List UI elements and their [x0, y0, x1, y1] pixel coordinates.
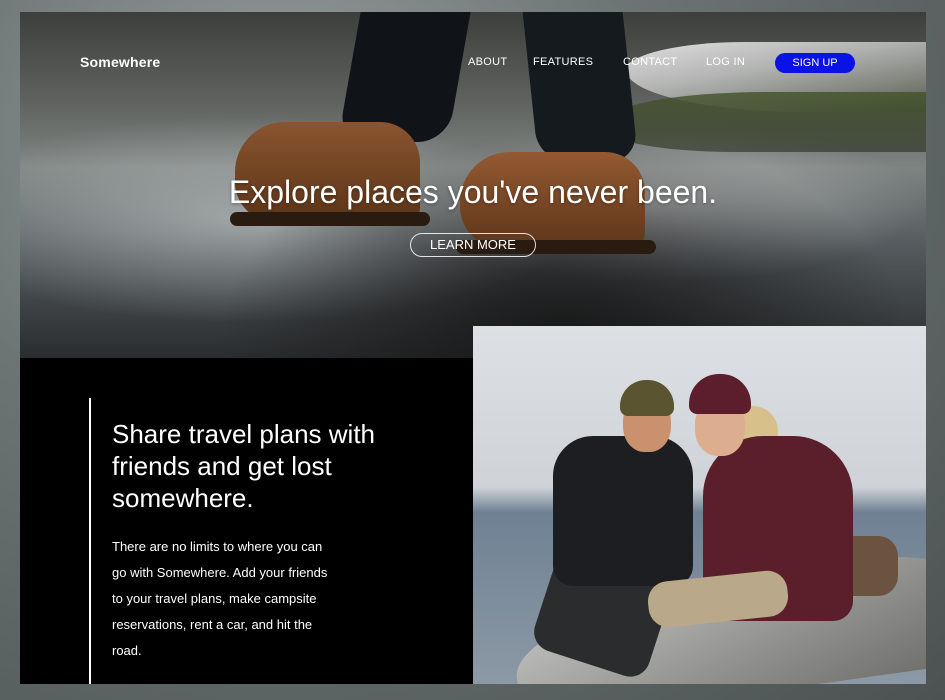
learn-more-button[interactable]: LEARN MORE [410, 233, 536, 257]
nav-link-about[interactable]: ABOUT [468, 56, 507, 68]
hero-section: Somewhere ABOUT FEATURES CONTACT LOG IN … [20, 12, 926, 358]
nav-link-features[interactable]: FEATURES [533, 56, 593, 68]
hero-headline: Explore places you've never been. [228, 174, 718, 210]
page-frame: Somewhere ABOUT FEATURES CONTACT LOG IN … [20, 12, 926, 684]
feature-description: There are no limits to where you can go … [112, 539, 328, 658]
signup-button[interactable]: SIGN UP [775, 53, 855, 73]
feature-title: Share travel plans with friends and get … [112, 419, 376, 513]
photo-person [689, 374, 751, 414]
couple-photo [473, 326, 926, 684]
nav-link-login[interactable]: LOG IN [706, 56, 745, 68]
hero-image-leg [521, 12, 639, 162]
hero-image-sole [230, 212, 430, 226]
photo-person [620, 380, 674, 416]
hero-image-moss [606, 92, 926, 152]
vertical-divider [89, 398, 91, 684]
photo-person [553, 436, 693, 586]
site-logo[interactable]: Somewhere [80, 54, 160, 70]
nav-link-contact[interactable]: CONTACT [623, 56, 677, 68]
